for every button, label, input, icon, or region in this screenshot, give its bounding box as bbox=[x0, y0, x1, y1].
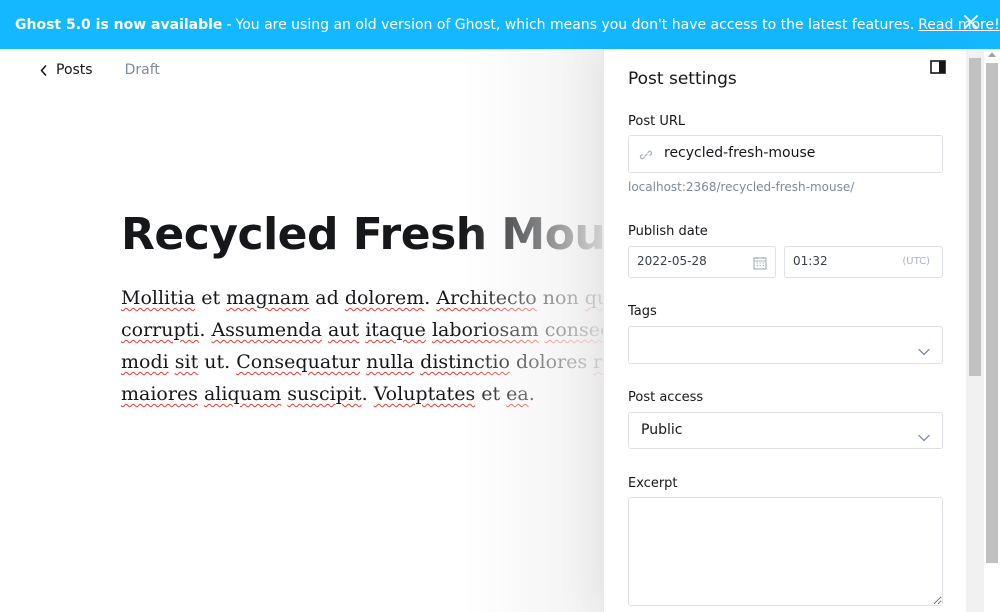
back-to-posts-link[interactable]: Posts bbox=[40, 62, 93, 78]
chevron-down-icon bbox=[918, 427, 930, 446]
post-status: Draft bbox=[124, 62, 160, 78]
post-url-input[interactable] bbox=[664, 145, 934, 161]
scroll-up-arrow-icon[interactable] bbox=[988, 52, 996, 57]
misspelled-word: quas bbox=[584, 287, 603, 309]
tags-select[interactable] bbox=[628, 326, 943, 364]
misspelled-word: Mollitia bbox=[121, 287, 196, 309]
misspelled-word: sit bbox=[174, 351, 199, 373]
chevron-down-icon bbox=[918, 341, 930, 360]
publish-date-field bbox=[628, 246, 776, 278]
publish-date-input[interactable] bbox=[637, 254, 747, 268]
misspelled-word: modi bbox=[121, 351, 169, 373]
page-scrollbar-thumb[interactable] bbox=[986, 63, 998, 563]
misspelled-word: maiores bbox=[121, 383, 198, 405]
misspelled-word: suscipit bbox=[287, 383, 362, 405]
misspelled-word: itaque bbox=[365, 319, 426, 341]
post-access-label: Post access bbox=[628, 390, 704, 405]
misspelled-word: reicie bbox=[593, 351, 603, 373]
back-label: Posts bbox=[56, 62, 93, 78]
misspelled-word: ea bbox=[506, 383, 529, 405]
misspelled-word: Consequatur bbox=[236, 351, 361, 373]
misspelled-word: Assumenda bbox=[211, 319, 322, 341]
banner-title: Ghost 5.0 is now available bbox=[15, 16, 223, 33]
post-url-label: Post URL bbox=[628, 114, 686, 129]
body-line: corrupti. Assumenda aut itaque laboriosa… bbox=[121, 314, 603, 346]
misspelled-word: distinctio bbox=[420, 351, 510, 373]
misspelled-word: magnam bbox=[226, 287, 310, 309]
body-line: Mollitia et magnam ad dolorem. Architect… bbox=[121, 282, 603, 314]
calendar-icon[interactable] bbox=[753, 255, 767, 274]
body-text: ad bbox=[309, 287, 345, 309]
misspelled-word: Voluptates bbox=[373, 383, 476, 405]
body-text: dolores bbox=[509, 351, 594, 373]
page-scrollbar[interactable] bbox=[984, 49, 1000, 612]
editor-area: Posts Draft Recycled Fresh Mouse Molliti… bbox=[0, 49, 603, 612]
post-url-hint: localhost:2368/recycled-fresh-mouse/ bbox=[628, 180, 855, 194]
body-line: maiores aliquam suscipit. Voluptates et … bbox=[121, 378, 603, 410]
body-text: ut. bbox=[198, 351, 237, 373]
misspelled-word: aliquam bbox=[203, 383, 282, 405]
body-text: non bbox=[536, 287, 585, 309]
excerpt-textarea[interactable] bbox=[628, 497, 943, 606]
body-text: . bbox=[528, 383, 535, 405]
body-text: . bbox=[424, 287, 437, 309]
panel-title: Post settings bbox=[628, 69, 737, 89]
timezone-label: (UTC) bbox=[902, 256, 930, 267]
publish-date-label: Publish date bbox=[628, 224, 708, 239]
misspelled-word: aut bbox=[327, 319, 360, 341]
misspelled-word: nulla bbox=[366, 351, 415, 373]
misspelled-word: dolorem bbox=[344, 287, 425, 309]
misspelled-word: laboriosam bbox=[431, 319, 539, 341]
banner-message: You are using an old version of Ghost, w… bbox=[235, 16, 915, 33]
link-icon bbox=[639, 147, 653, 166]
close-icon[interactable] bbox=[964, 15, 982, 33]
body-text: et bbox=[475, 383, 507, 405]
body-text: . bbox=[199, 319, 212, 341]
tags-label: Tags bbox=[628, 304, 657, 319]
panel-scrollbar-thumb[interactable] bbox=[969, 58, 981, 376]
excerpt-label: Excerpt bbox=[628, 476, 678, 491]
body-text: et bbox=[195, 287, 227, 309]
banner-read-more-link[interactable]: Read more! bbox=[918, 17, 1000, 33]
breadcrumb: Posts Draft bbox=[40, 62, 160, 78]
banner-separator: - bbox=[226, 16, 232, 33]
post-title[interactable]: Recycled Fresh Mouse bbox=[121, 209, 603, 260]
post-access-value: Public bbox=[641, 422, 683, 438]
publish-time-input[interactable] bbox=[793, 254, 883, 268]
misspelled-word: corrupti bbox=[121, 319, 200, 341]
post-settings-panel: Post settings Post URL localhost:2368/re… bbox=[603, 49, 966, 612]
body-text: . bbox=[361, 383, 374, 405]
post-body[interactable]: Mollitia et magnam ad dolorem. Architect… bbox=[121, 282, 603, 410]
post-access-select[interactable]: Public bbox=[628, 412, 943, 449]
post-url-field bbox=[628, 135, 943, 173]
body-line: modi sit ut. Consequatur nulla distincti… bbox=[121, 346, 603, 378]
publish-time-field: (UTC) bbox=[784, 246, 943, 278]
misspelled-word: consectetu bbox=[544, 319, 603, 341]
misspelled-word: Architecto bbox=[436, 287, 537, 309]
chevron-left-icon bbox=[40, 64, 47, 76]
update-banner: Ghost 5.0 is now available - You are usi… bbox=[0, 0, 1000, 49]
sidebar-toggle-icon[interactable] bbox=[930, 59, 946, 74]
